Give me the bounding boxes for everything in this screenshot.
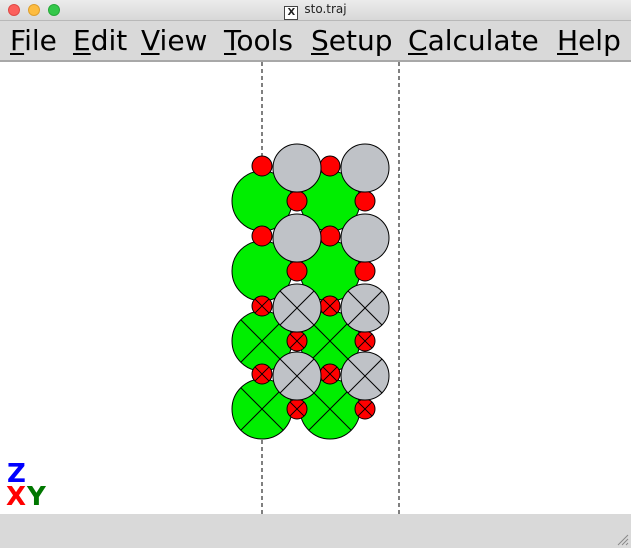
- menu-setup[interactable]: Setup: [311, 23, 393, 59]
- axis-y-label: Y: [26, 482, 47, 512]
- oxygen-atom[interactable]: [286, 190, 308, 212]
- oxygen-atom[interactable]: [354, 260, 376, 282]
- oxygen-atom[interactable]: [354, 190, 376, 212]
- oxygen-atom[interactable]: [251, 155, 273, 177]
- axis-x-label: X: [6, 482, 26, 512]
- titanium-atom[interactable]: [272, 213, 322, 263]
- menu-help[interactable]: Help: [557, 23, 621, 59]
- menu-calculate[interactable]: Calculate: [408, 23, 539, 59]
- oxygen-atom[interactable]: [251, 225, 273, 247]
- window-title: sto.traj: [304, 2, 347, 16]
- menu-edit[interactable]: Edit: [73, 23, 127, 59]
- oxygen-atom[interactable]: [319, 155, 341, 177]
- oxygen-atom[interactable]: [319, 225, 341, 247]
- menu-view[interactable]: View: [141, 23, 207, 59]
- structure-viewport[interactable]: ZXY: [0, 62, 631, 514]
- window-title-area: Xsto.traj: [0, 2, 631, 20]
- oxygen-atom[interactable]: [286, 260, 308, 282]
- x11-icon: X: [284, 6, 299, 20]
- menu-file[interactable]: File: [10, 23, 57, 59]
- title-bar[interactable]: Xsto.traj: [0, 0, 631, 21]
- app-window: Xsto.traj File Edit View Tools Setup Cal…: [0, 0, 631, 548]
- titanium-atom[interactable]: [340, 143, 390, 193]
- menu-bar: File Edit View Tools Setup Calculate Hel…: [0, 21, 631, 62]
- menu-file-rest: ile: [24, 24, 57, 57]
- titanium-atom[interactable]: [272, 143, 322, 193]
- titanium-atom[interactable]: [340, 213, 390, 263]
- resize-grip-icon[interactable]: [615, 532, 629, 546]
- menu-tools[interactable]: Tools: [224, 23, 293, 59]
- atom-structure-view[interactable]: ZX Y: [0, 62, 631, 514]
- status-bar: [0, 514, 631, 548]
